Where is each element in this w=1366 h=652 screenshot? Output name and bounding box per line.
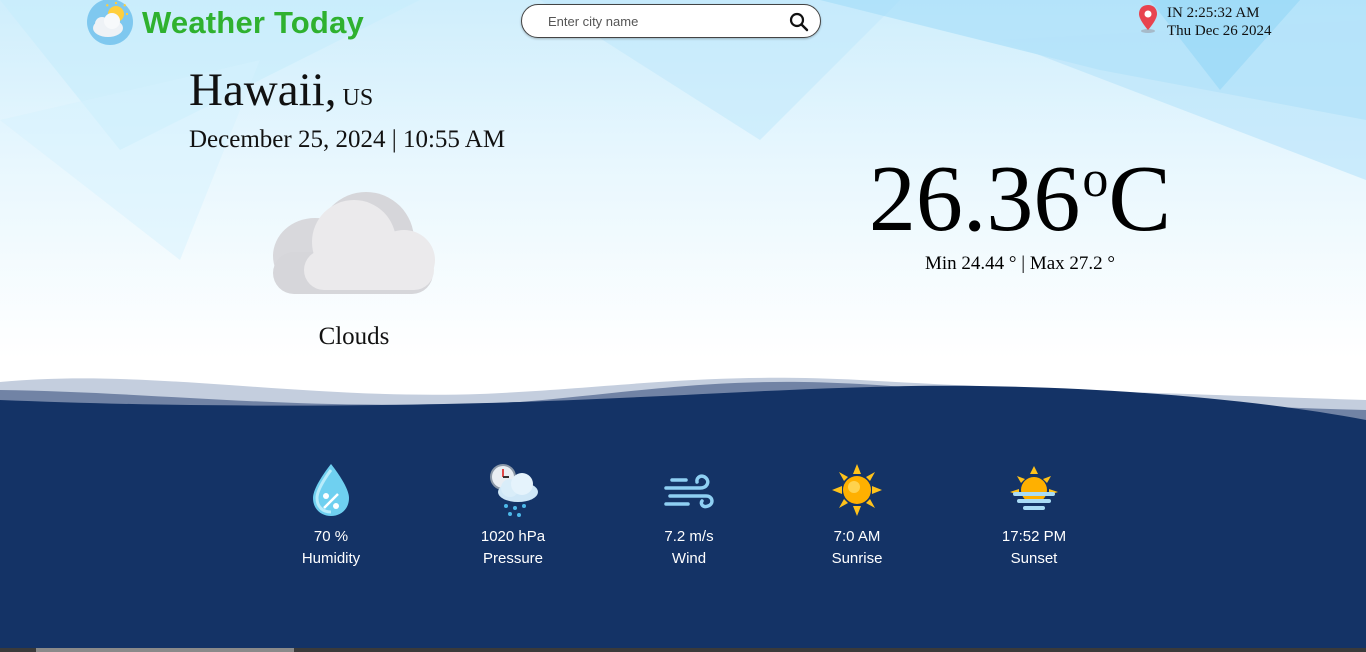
sunrise-value: 7:0 AM <box>833 528 881 545</box>
location-block: Hawaii, US December 25, 2024 | 10:55 AM <box>189 64 505 155</box>
partly-cloudy-icon <box>87 0 133 45</box>
observation-datetime: December 25, 2024 | 10:55 AM <box>189 126 506 153</box>
scrollbar-thumb[interactable] <box>36 648 294 652</box>
stat-wind: 7.2 m/s Wind <box>629 462 749 570</box>
pressure-label: Pressure <box>482 550 544 567</box>
humidity-drop-icon <box>313 464 349 516</box>
weather-stats: 70 % Humidity 1020 hPa Pressure 7.2 m/s … <box>0 462 1366 582</box>
country-code: US <box>342 85 374 111</box>
stat-pressure: 1020 hPa Pressure <box>453 462 573 570</box>
temperature-unit: C <box>1108 147 1172 251</box>
temperature-block: 26.36oC Min 24.44 ° | Max 27.2 ° <box>820 130 1220 275</box>
city-name: Hawaii, <box>189 64 337 116</box>
pressure-gauge-icon <box>490 464 538 517</box>
local-time-text: IN 2:25:32 AM <box>1167 5 1260 21</box>
pressure-value: 1020 hPa <box>480 528 546 545</box>
map-pin-icon <box>1139 5 1157 33</box>
degree-symbol: o <box>1082 151 1109 208</box>
local-time: IN 2:25:32 AM Thu Dec 26 2024 <box>1137 4 1272 40</box>
wind-label: Wind <box>671 550 707 567</box>
weather-page: Weather Today IN 2:25:32 AM Thu Dec 26 2… <box>0 0 1366 652</box>
humidity-value: 70 % <box>313 528 349 545</box>
wind-value: 7.2 m/s <box>664 528 714 545</box>
humidity-label: Humidity <box>301 550 361 567</box>
sunset-value: 17:52 PM <box>1001 528 1067 545</box>
search-bar <box>521 4 821 38</box>
condition-label: Clouds <box>318 323 390 350</box>
sun-icon <box>832 464 882 516</box>
cloud-icon <box>273 192 435 294</box>
sunset-label: Sunset <box>1010 550 1058 567</box>
search-icon[interactable] <box>788 11 810 33</box>
search-input[interactable] <box>536 5 776 37</box>
stat-humidity: 70 % Humidity <box>271 462 391 570</box>
app-title: Weather Today <box>142 5 364 40</box>
brand[interactable]: Weather Today <box>86 0 364 46</box>
temperature-value: 26.36 <box>868 147 1081 251</box>
stat-sunrise: 7:0 AM Sunrise <box>797 462 917 570</box>
top-bar: Weather Today IN 2:25:32 AM Thu Dec 26 2… <box>0 0 1366 48</box>
stat-sunset: 17:52 PM Sunset <box>974 462 1094 570</box>
wind-icon <box>664 474 714 509</box>
min-max-temperature: Min 24.44 ° | Max 27.2 ° <box>925 253 1115 274</box>
sunset-icon <box>1010 466 1058 510</box>
local-date-text: Thu Dec 26 2024 <box>1167 23 1272 39</box>
sunrise-label: Sunrise <box>831 550 883 567</box>
